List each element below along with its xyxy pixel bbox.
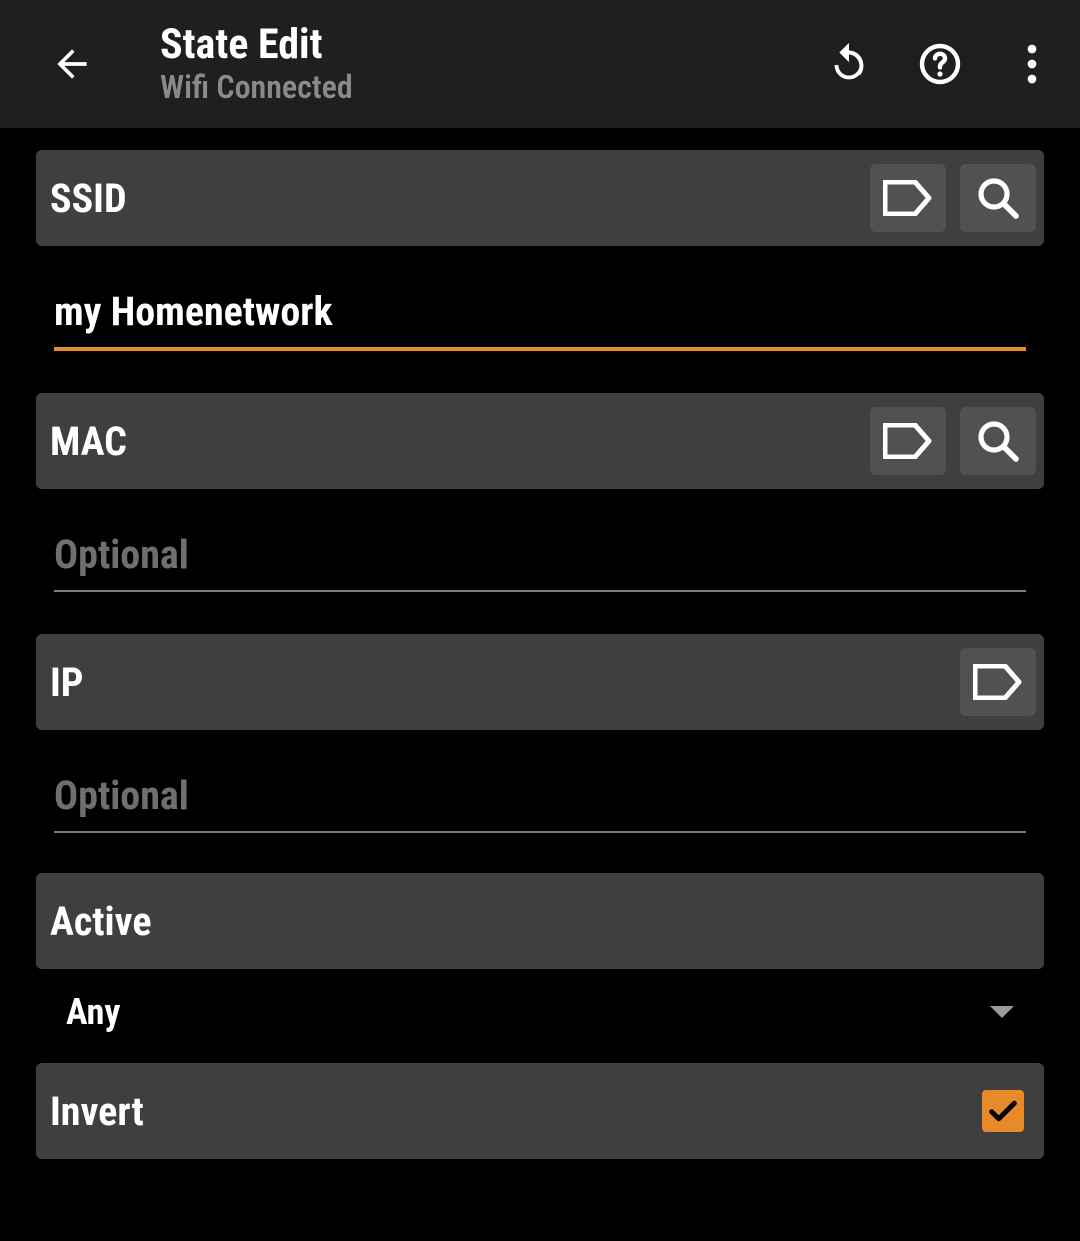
mac-input[interactable]: [54, 525, 1026, 592]
active-value: Any: [66, 991, 990, 1033]
mac-search-button[interactable]: [960, 407, 1036, 475]
check-icon: [986, 1094, 1020, 1128]
page-title: State Edit: [160, 22, 820, 68]
invert-label: Invert: [50, 1088, 982, 1135]
ip-tag-button[interactable]: [960, 648, 1036, 716]
undo-button[interactable]: [820, 36, 876, 92]
active-header: Active: [36, 873, 1044, 969]
page-subtitle: Wifi Connected: [160, 68, 820, 106]
search-icon: [974, 174, 1022, 222]
ip-header: IP: [36, 634, 1044, 730]
invert-checkbox[interactable]: [982, 1090, 1024, 1132]
ssid-input[interactable]: [54, 282, 1026, 351]
more-button[interactable]: [1004, 36, 1060, 92]
ssid-search-button[interactable]: [960, 164, 1036, 232]
chevron-down-icon: [990, 1006, 1014, 1018]
tag-icon: [883, 423, 933, 459]
ip-input[interactable]: [54, 766, 1026, 833]
active-label: Active: [50, 898, 1036, 945]
invert-row[interactable]: Invert: [36, 1063, 1044, 1159]
tag-icon: [973, 664, 1023, 700]
ssid-tag-button[interactable]: [870, 164, 946, 232]
content: SSID MAC: [0, 150, 1080, 1159]
ssid-header: SSID: [36, 150, 1044, 246]
app-bar: State Edit Wifi Connected: [0, 0, 1080, 128]
undo-icon: [825, 41, 871, 87]
appbar-actions: [820, 36, 1060, 92]
help-icon: [916, 40, 964, 88]
mac-header: MAC: [36, 393, 1044, 489]
ssid-input-wrap: [54, 282, 1026, 351]
appbar-titles: State Edit Wifi Connected: [160, 22, 820, 106]
back-button[interactable]: [32, 24, 112, 104]
search-icon: [974, 417, 1022, 465]
tag-icon: [883, 180, 933, 216]
mac-label: MAC: [50, 418, 856, 465]
mac-tag-button[interactable]: [870, 407, 946, 475]
ssid-label: SSID: [50, 175, 856, 222]
help-button[interactable]: [912, 36, 968, 92]
mac-input-wrap: [54, 525, 1026, 592]
arrow-back-icon: [50, 42, 94, 86]
more-vert-icon: [1027, 43, 1037, 85]
active-dropdown[interactable]: Any: [36, 969, 1044, 1055]
ip-label: IP: [50, 659, 946, 706]
ip-input-wrap: [54, 766, 1026, 833]
